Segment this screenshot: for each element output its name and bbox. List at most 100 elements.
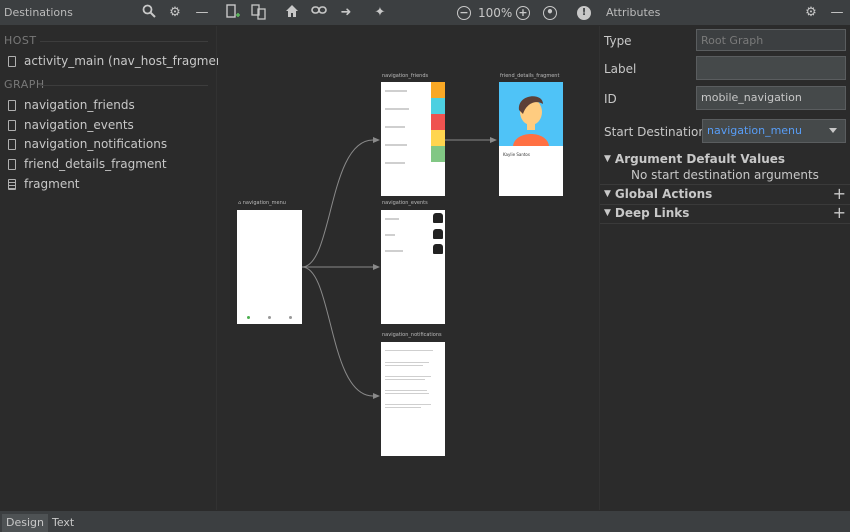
preview-text-line <box>385 250 403 252</box>
destination-label: navigation_notifications <box>24 137 168 151</box>
nav-editor-window: Destinations ⚙ — ➜ ✦ 100% Attributes ⚙ —… <box>0 0 850 532</box>
id-label: ID <box>604 92 617 106</box>
zoom-level: 100% <box>478 6 513 20</box>
details-name: Kaylie Santos <box>503 152 530 157</box>
search-icon[interactable] <box>140 4 158 22</box>
event-glyph-icon <box>433 229 443 239</box>
deep-links-group[interactable]: ▼ Deep Links + <box>604 205 846 221</box>
arrow-right-icon[interactable]: ➜ <box>337 4 355 22</box>
graph-divider <box>40 85 208 86</box>
bottom-nav-dot <box>268 316 271 319</box>
preview-text-line <box>385 393 429 394</box>
friend-avatar <box>431 114 445 130</box>
gear-icon[interactable]: ⚙ <box>166 4 184 22</box>
preview-text-line <box>385 404 431 405</box>
auto-arrange-icon[interactable]: ✦ <box>371 4 389 22</box>
graph-section-header: GRAPH <box>4 78 45 91</box>
tab-design[interactable]: Design <box>2 514 48 532</box>
destination-navigation-friends[interactable]: navigation_friends <box>8 98 135 112</box>
action-arrow-friends <box>301 139 374 268</box>
preview-text-line <box>385 379 425 380</box>
zoom-out-icon[interactable] <box>455 4 473 22</box>
attributes-gear-icon[interactable]: ⚙ <box>802 4 820 22</box>
add-global-action-icon[interactable]: + <box>833 186 846 202</box>
preview-text-line <box>385 407 421 408</box>
host-section-header: HOST <box>4 34 37 47</box>
preview-text-line <box>385 234 395 236</box>
preview-text-line <box>385 126 405 128</box>
preview-text-line <box>385 218 399 220</box>
notifications-destination-preview[interactable] <box>381 342 445 456</box>
new-destination-icon[interactable] <box>224 4 242 22</box>
events-destination-label: navigation_events <box>382 200 428 206</box>
label-field[interactable] <box>696 56 846 80</box>
argument-defaults-title: Argument Default Values <box>614 152 786 166</box>
bell-icon <box>433 244 443 254</box>
destinations-panel: HOST activity_main (nav_host_fragment) G… <box>0 26 233 510</box>
bottom-nav-dot <box>247 316 250 319</box>
destination-label: navigation_friends <box>24 98 135 112</box>
friend-avatar <box>431 146 445 162</box>
add-deep-link-icon[interactable]: + <box>833 205 846 221</box>
global-actions-title: Global Actions <box>614 187 713 201</box>
start-destination-label: Start Destination <box>604 125 706 139</box>
tab-text[interactable]: Text <box>48 514 78 532</box>
bottom-nav-dot <box>289 316 292 319</box>
action-arrow-notifications <box>301 266 374 397</box>
friends-destination-label: navigation_friends <box>382 73 429 79</box>
destination-friend-details-fragment[interactable]: friend_details_fragment <box>8 157 167 171</box>
destination-navigation-notifications[interactable]: navigation_notifications <box>8 137 167 151</box>
start-destination-select[interactable]: navigation_menu <box>702 119 846 143</box>
menu-label-text: navigation_menu <box>242 200 286 206</box>
event-glyph-icon <box>433 213 443 223</box>
host-item[interactable]: activity_main (nav_host_fragment) <box>8 54 233 68</box>
type-field: Root Graph <box>696 29 846 51</box>
minus-icon[interactable]: — <box>193 4 211 22</box>
attributes-minus-icon[interactable]: — <box>828 4 846 22</box>
group-divider <box>600 223 850 224</box>
host-divider <box>40 41 208 42</box>
id-field[interactable]: mobile_navigation <box>696 86 846 110</box>
details-destination-label: friend_details_fragment <box>500 73 560 79</box>
zoom-fit-icon[interactable] <box>541 4 559 22</box>
friend-avatar <box>431 82 445 98</box>
host-icon <box>8 55 16 67</box>
menu-destination-preview[interactable] <box>237 210 302 324</box>
notifications-destination-label: navigation_notifications <box>382 332 442 338</box>
fragment-icon <box>8 158 16 170</box>
link-icon[interactable] <box>310 4 328 22</box>
zoom-in-icon[interactable] <box>514 4 532 22</box>
editor-mode-tabs: Design Text <box>0 510 850 532</box>
friends-destination-preview[interactable] <box>381 82 445 196</box>
destination-label: friend_details_fragment <box>24 157 167 171</box>
start-destination-value: navigation_menu <box>707 124 802 137</box>
home-icon[interactable] <box>283 4 301 22</box>
fragment-icon <box>8 119 16 131</box>
attributes-panel: Type Root Graph Label ID mobile_navigati… <box>599 26 850 510</box>
destination-fragment[interactable]: fragment <box>8 177 80 191</box>
warning-icon[interactable] <box>575 4 593 22</box>
preview-text-line <box>385 376 431 377</box>
graph-canvas[interactable]: ⌂ navigation_menu navigation_friends fri… <box>218 26 598 510</box>
preview-text-line <box>385 390 427 391</box>
host-item-label: activity_main (nav_host_fragment) <box>24 54 233 68</box>
preview-text-line <box>385 162 405 164</box>
menu-destination-label: ⌂ navigation_menu <box>238 200 286 206</box>
destination-label: fragment <box>24 177 80 191</box>
preview-text-line <box>385 108 409 110</box>
destination-label: navigation_events <box>24 118 134 132</box>
events-destination-preview[interactable] <box>381 210 445 324</box>
label-label: Label <box>604 62 637 76</box>
preview-text-line <box>385 365 423 366</box>
details-destination-preview[interactable]: Kaylie Santos <box>499 82 563 196</box>
argument-defaults-group[interactable]: ▼ Argument Default Values <box>604 152 846 166</box>
global-actions-group[interactable]: ▼ Global Actions + <box>604 186 846 202</box>
preview-text-line <box>385 362 429 363</box>
expand-triangle-icon: ▼ <box>604 208 611 218</box>
destination-navigation-events[interactable]: navigation_events <box>8 118 134 132</box>
preview-text-line <box>385 144 407 146</box>
nested-graph-icon[interactable] <box>250 4 268 22</box>
group-divider <box>600 184 850 185</box>
group-divider <box>600 204 850 205</box>
fragment-icon <box>8 99 16 111</box>
